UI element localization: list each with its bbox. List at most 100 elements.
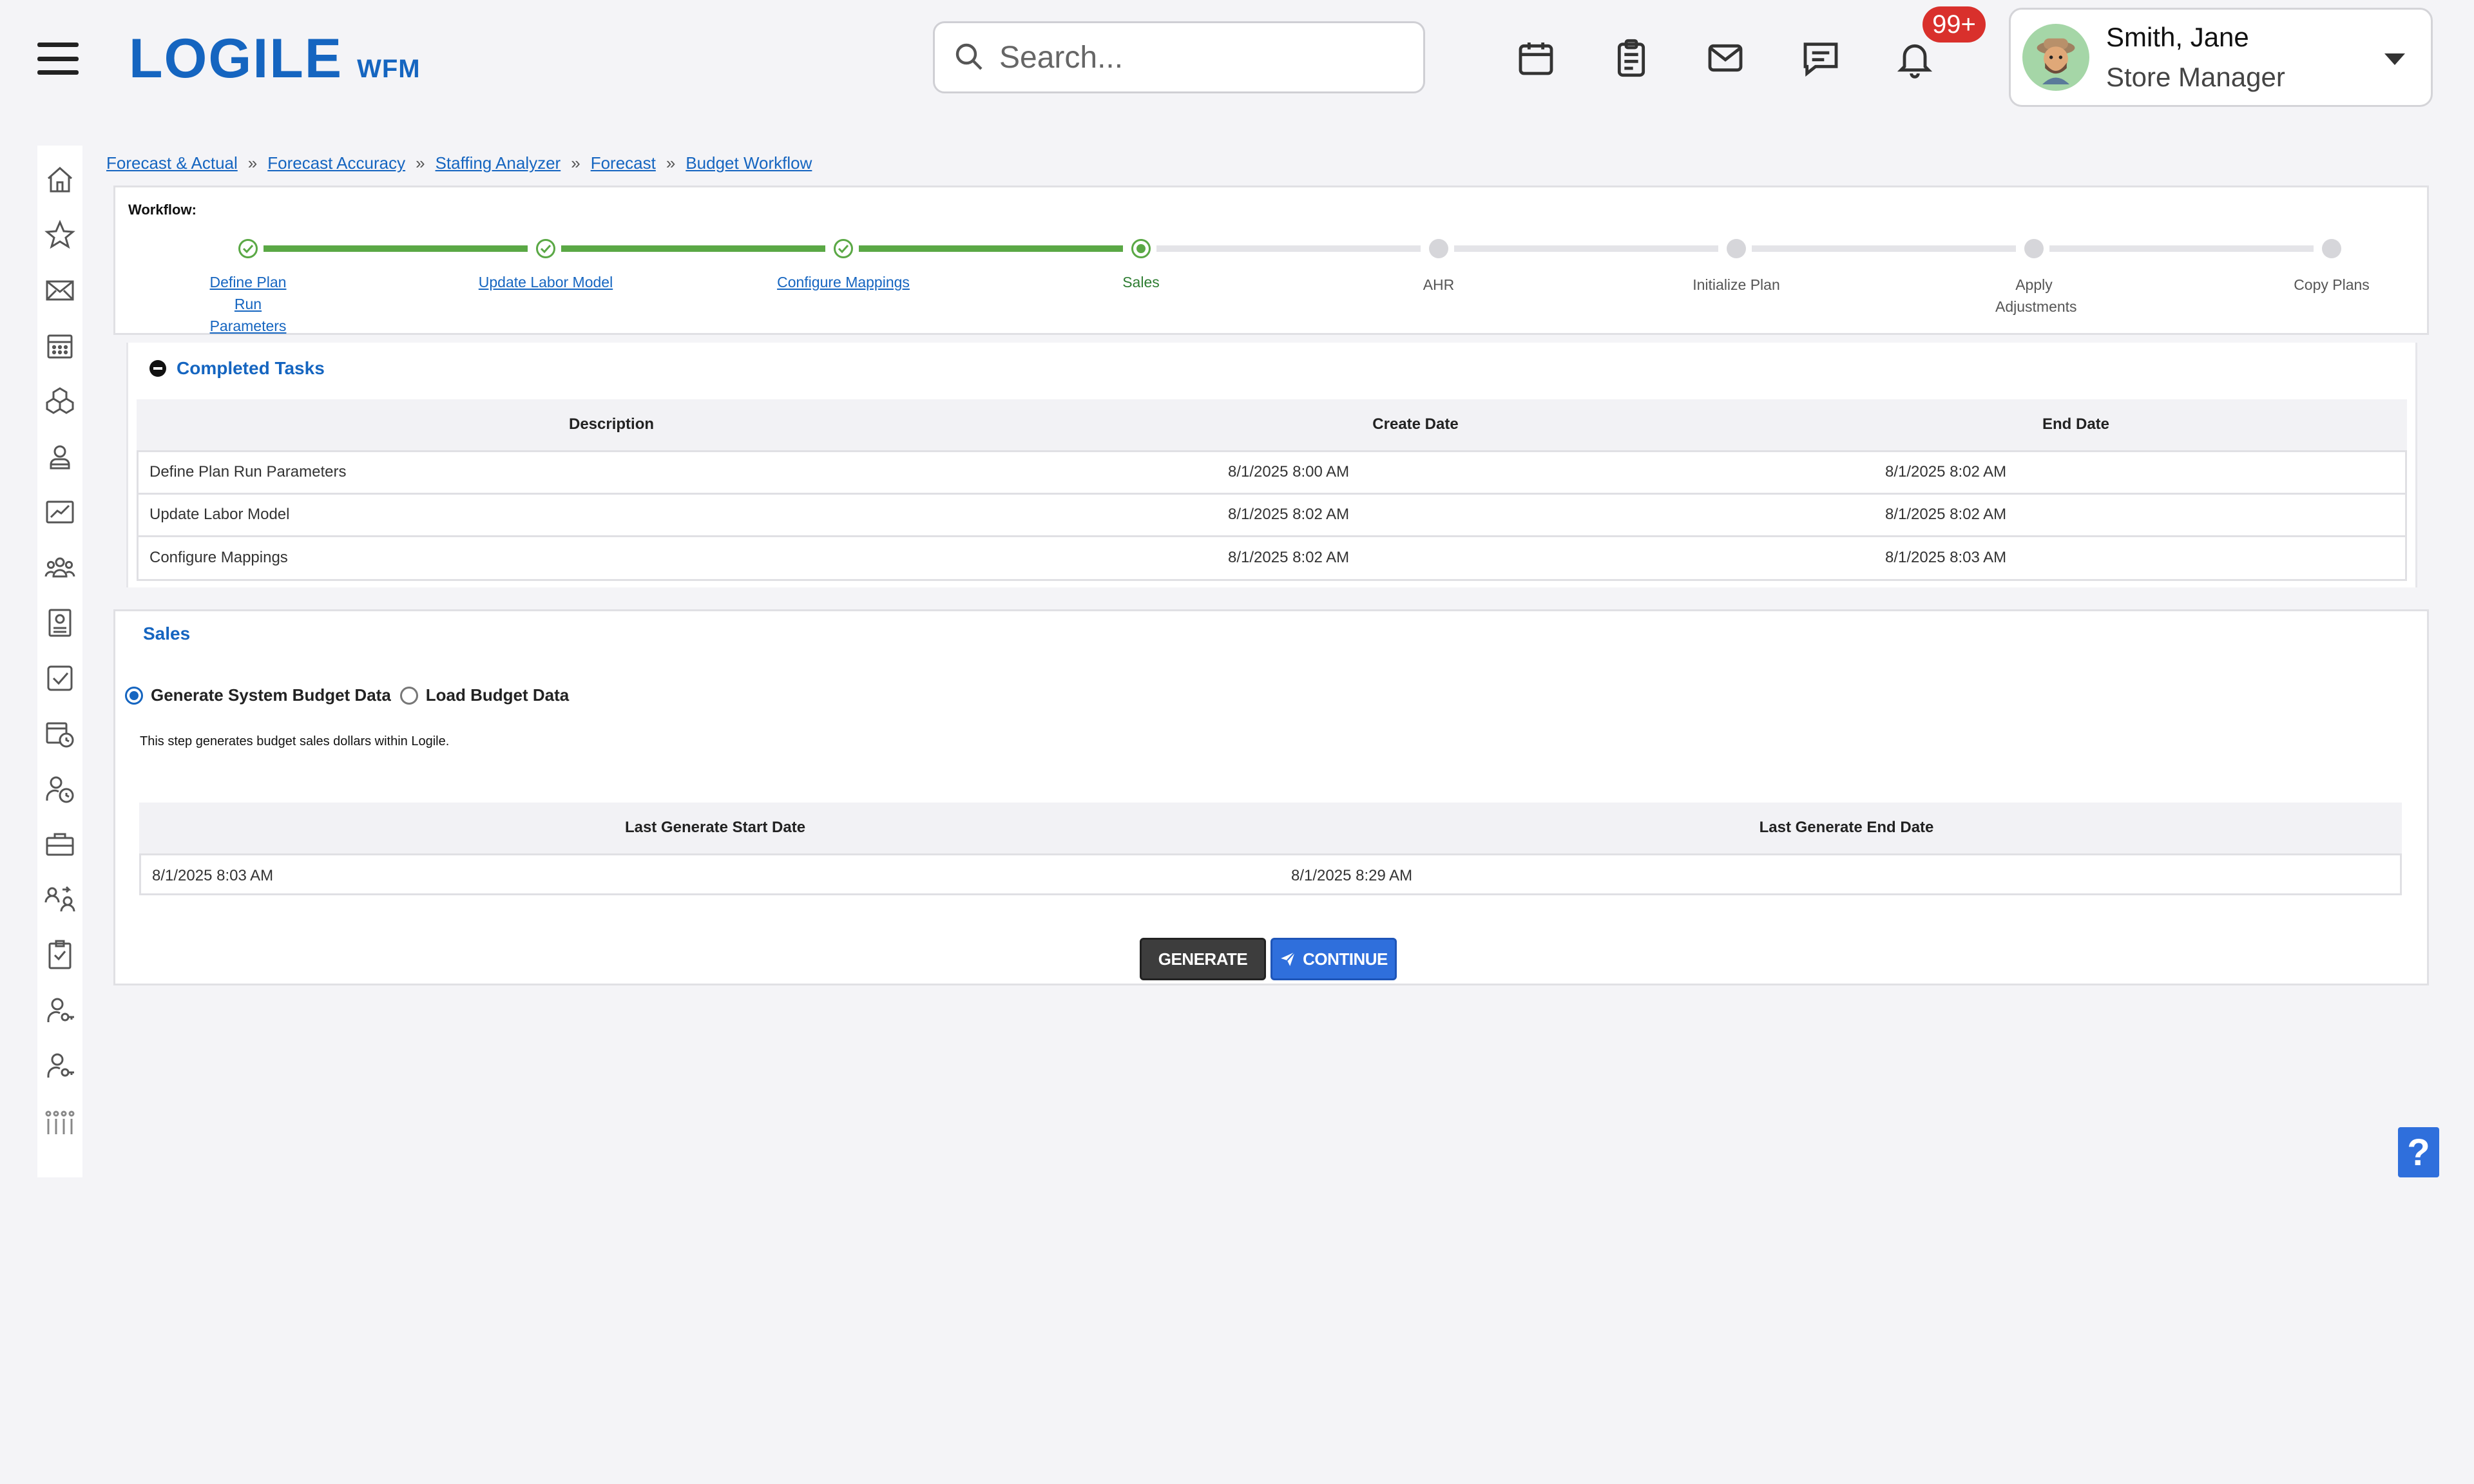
sales-title: Sales (143, 623, 191, 643)
breadcrumb: Forecast & Actual » Forecast Accuracy » … (106, 153, 812, 173)
table-cell: 8/1/2025 8:02 AM (1086, 535, 1745, 578)
calendar-clock-icon[interactable] (37, 711, 82, 756)
chart-icon[interactable] (37, 490, 82, 535)
step-label: AHR (1423, 276, 1455, 293)
generate-system-budget-radio[interactable] (125, 686, 143, 705)
table-cell: 8/1/2025 8:02 AM (1745, 450, 2407, 493)
person-key-icon[interactable] (37, 988, 82, 1033)
continue-button[interactable]: CONTINUE (1271, 938, 1397, 980)
workflow-connector (1752, 245, 2016, 252)
completed-tasks-table: Description Create Date End Date Define … (137, 399, 2407, 578)
completed-tasks-title: Completed Tasks (177, 358, 325, 378)
sidebar (37, 146, 82, 1177)
home-icon[interactable] (37, 157, 82, 202)
radio-label[interactable]: Load Budget Data (426, 685, 569, 705)
breadcrumb-link[interactable]: Budget Workflow (686, 153, 812, 173)
search-icon (953, 41, 984, 75)
step-active-icon[interactable] (1131, 239, 1151, 258)
register-icon[interactable] (37, 600, 82, 645)
sales-panel (113, 609, 2429, 985)
table-row: 8/1/2025 8:03 AM 8/1/2025 8:29 AM (139, 853, 2402, 897)
user-menu[interactable]: Smith, Jane Store Manager (2009, 8, 2433, 107)
step-complete-icon[interactable] (238, 239, 258, 258)
search-box[interactable] (933, 21, 1425, 93)
menu-icon[interactable] (37, 43, 79, 75)
budget-source-options: Generate System Budget Data Load Budget … (125, 685, 578, 705)
breadcrumb-separator: » (571, 153, 580, 173)
person-icon[interactable] (37, 434, 82, 479)
breadcrumb-link[interactable]: Forecast Accuracy (267, 153, 405, 173)
table-cell: 8/1/2025 8:00 AM (1086, 450, 1745, 493)
person-key-icon[interactable] (37, 1043, 82, 1089)
table-row: Update Labor Model 8/1/2025 8:02 AM 8/1/… (137, 492, 2407, 536)
calendar-grid-icon[interactable] (37, 323, 82, 368)
breadcrumb-separator: » (416, 153, 425, 173)
load-budget-radio[interactable] (399, 686, 418, 705)
checklist-icon[interactable] (37, 933, 82, 978)
step-label: Copy Plans (2294, 276, 2370, 293)
logo: LOGILE WFM (129, 31, 421, 86)
user-name: Smith, Jane (2106, 22, 2249, 52)
completed-tasks-toggle[interactable]: Completed Tasks (149, 358, 325, 379)
search-input[interactable] (999, 39, 1412, 75)
table-cell: 8/1/2025 8:29 AM (1291, 853, 2402, 897)
workflow-connector (859, 245, 1123, 252)
people-bars-icon[interactable] (37, 1099, 82, 1144)
column-header: Description (137, 399, 1086, 451)
collapse-icon[interactable] (149, 360, 166, 377)
notification-badge: 99+ (1923, 6, 1986, 43)
workflow-connector (561, 245, 825, 252)
checkbox-icon[interactable] (37, 656, 82, 701)
chevron-down-icon[interactable] (2384, 53, 2405, 65)
team-icon[interactable] (37, 545, 82, 590)
step-label: Apply Adjustments (1995, 276, 2077, 315)
clipboard-icon[interactable] (1607, 33, 1656, 82)
radio-label[interactable]: Generate System Budget Data (151, 685, 391, 705)
step-label[interactable]: Update Labor Model (462, 271, 629, 293)
sales-description: This step generates budget sales dollars… (140, 734, 450, 748)
step-pending-icon (2322, 239, 2341, 258)
breadcrumb-link[interactable]: Staffing Analyzer (436, 153, 561, 173)
briefcase-icon[interactable] (37, 822, 82, 867)
table-row: Configure Mappings 8/1/2025 8:02 AM 8/1/… (137, 535, 2407, 578)
step-complete-icon[interactable] (834, 239, 853, 258)
breadcrumb-separator: » (666, 153, 676, 173)
step-label: Initialize Plan (1692, 276, 1780, 293)
column-header: Last Generate Start Date (139, 803, 1291, 854)
table-cell: 8/1/2025 8:03 AM (139, 853, 1291, 897)
breadcrumb-separator: » (247, 153, 258, 173)
table-cell: Configure Mappings (137, 535, 1086, 578)
logo-subtext: WFM (357, 55, 421, 83)
envelope-icon[interactable] (37, 268, 82, 313)
avatar (2022, 24, 2089, 91)
workflow-connector (1454, 245, 1718, 252)
column-header: Create Date (1086, 399, 1745, 451)
step-complete-icon[interactable] (536, 239, 555, 258)
swap-people-icon[interactable] (37, 877, 82, 922)
column-header: Last Generate End Date (1291, 803, 2402, 854)
generate-button[interactable]: GENERATE (1140, 938, 1266, 980)
column-header: End Date (1745, 399, 2407, 451)
person-clock-icon[interactable] (37, 766, 82, 812)
bell-icon[interactable] (1890, 33, 1939, 82)
breadcrumb-link[interactable]: Forecast (591, 153, 656, 173)
step-label[interactable]: Define Plan Run Parameters (164, 271, 332, 337)
step-label[interactable]: Sales (1057, 271, 1225, 293)
continue-label: CONTINUE (1303, 949, 1388, 969)
calendar-icon[interactable] (1511, 33, 1560, 82)
step-pending-icon (2024, 239, 2044, 258)
star-icon[interactable] (37, 213, 82, 258)
step-label[interactable]: Configure Mappings (760, 271, 927, 293)
mail-icon[interactable] (1701, 33, 1750, 82)
workflow-card: Workflow: Define Plan Run Parameters Upd… (113, 186, 2429, 335)
table-cell: Define Plan Run Parameters (137, 450, 1086, 493)
workflow-connector (2049, 245, 2314, 252)
table-cell: 8/1/2025 8:03 AM (1745, 535, 2407, 578)
breadcrumb-link[interactable]: Forecast & Actual (106, 153, 238, 173)
boxes-icon[interactable] (37, 379, 82, 424)
workflow-connector (1156, 245, 1421, 252)
chat-icon[interactable] (1796, 33, 1845, 82)
help-button[interactable]: ? (2398, 1127, 2439, 1177)
workflow-connector (264, 245, 528, 252)
step-pending-icon (1429, 239, 1448, 258)
